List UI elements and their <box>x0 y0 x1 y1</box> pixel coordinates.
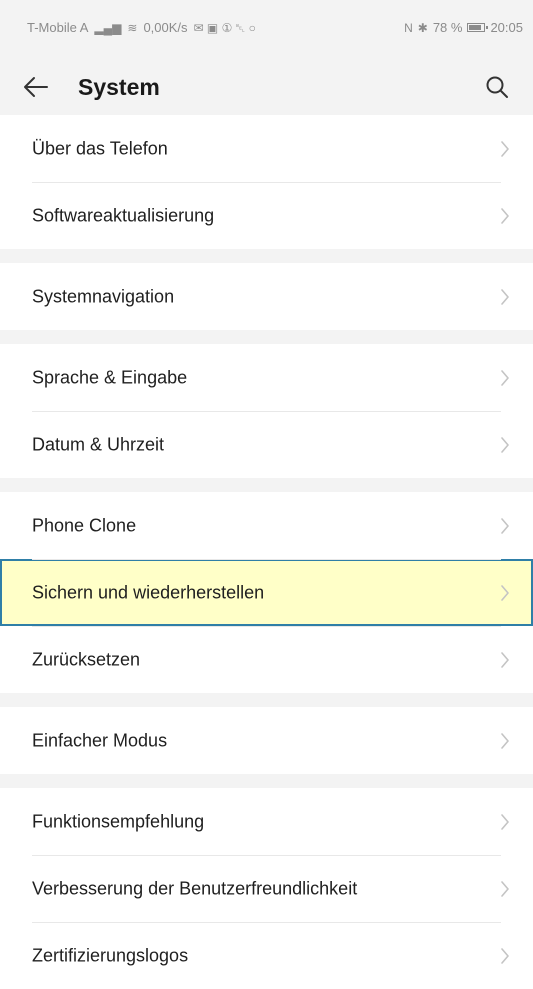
status-bar: T-Mobile A ▂▄▆ ≋ 0,00K/s ✉ ▣ ① ␇ ○ N ✱ 7… <box>0 0 533 58</box>
app-bar: System <box>0 58 533 115</box>
signal-icon: ▂▄▆ <box>94 20 122 35</box>
notification-icons: ✉ ▣ ① ␇ ○ <box>193 20 256 35</box>
settings-item[interactable]: Sprache & Eingabe <box>0 344 533 411</box>
settings-item-label: Einfacher Modus <box>32 730 168 750</box>
settings-group: Systemnavigation <box>0 263 533 330</box>
network-speed: 0,00K/s <box>143 20 188 35</box>
settings-item-label: Softwareaktualisierung <box>32 205 215 225</box>
settings-item-label: Über das Telefon <box>32 138 168 158</box>
settings-group: Einfacher Modus <box>0 707 533 774</box>
settings-item-label: Phone Clone <box>32 515 137 535</box>
search-button[interactable] <box>479 69 515 105</box>
chevron-right-icon <box>501 140 509 157</box>
arrow-left-icon <box>24 77 48 97</box>
row-divider <box>32 411 501 412</box>
chevron-right-icon <box>501 517 509 534</box>
nfc-icon: N <box>404 20 413 35</box>
chevron-right-icon <box>501 207 509 224</box>
settings-item[interactable]: Phone Clone <box>0 492 533 559</box>
settings-item[interactable]: Softwareaktualisierung <box>0 182 533 249</box>
group-separator <box>0 478 533 492</box>
group-separator <box>0 330 533 344</box>
settings-group: Sprache & Eingabe Datum & Uhrzeit <box>0 344 533 478</box>
row-divider <box>32 559 501 560</box>
row-divider <box>32 855 501 856</box>
settings-item[interactable]: Sichern und wiederherstellen <box>0 559 533 626</box>
settings-list: Über das Telefon Softwareaktualisierung Sy… <box>0 115 533 989</box>
settings-item-label: Sichern und wiederherstellen <box>32 582 265 602</box>
battery-percent: 78 % <box>432 20 463 35</box>
group-separator <box>0 693 533 707</box>
back-button[interactable] <box>18 69 54 105</box>
settings-item[interactable]: Einfacher Modus <box>0 707 533 774</box>
group-separator <box>0 249 533 263</box>
settings-item[interactable]: Zurücksetzen <box>0 626 533 693</box>
settings-item[interactable]: Verbesserung der Benutzerfreundlichkeit <box>0 855 533 922</box>
settings-item[interactable]: Über das Telefon <box>0 115 533 182</box>
wifi-icon: ≋ <box>127 20 138 35</box>
settings-item-label: Zertifizierungslogos <box>32 945 189 965</box>
clock: 20:05 <box>490 20 523 35</box>
chevron-right-icon <box>501 813 509 830</box>
settings-item[interactable]: Zertifizierungslogos <box>0 922 533 989</box>
chevron-right-icon <box>501 947 509 964</box>
row-divider <box>32 922 501 923</box>
bluetooth-icon: ✱ <box>417 20 428 35</box>
status-right: N ✱ 78 % 20:05 <box>404 20 523 35</box>
chevron-right-icon <box>501 369 509 386</box>
chevron-right-icon <box>501 584 509 601</box>
chevron-right-icon <box>501 880 509 897</box>
group-separator <box>0 774 533 788</box>
row-divider <box>32 182 501 183</box>
chevron-right-icon <box>501 651 509 668</box>
chevron-right-icon <box>501 732 509 749</box>
chevron-right-icon <box>501 288 509 305</box>
chevron-right-icon <box>501 436 509 453</box>
page-title: System <box>78 74 160 100</box>
carrier-name: T-Mobile A <box>27 20 89 35</box>
settings-group: Funktionsempfehlung Verbesserung der Benu… <box>0 788 533 989</box>
settings-item[interactable]: Systemnavigation <box>0 263 533 330</box>
search-icon <box>486 76 508 98</box>
status-left: T-Mobile A ▂▄▆ ≋ 0,00K/s ✉ ▣ ① ␇ ○ <box>27 20 256 35</box>
settings-group: Phone Clone Sichern und wiederherstellen Z… <box>0 492 533 693</box>
settings-item-label: Sprache & Eingabe <box>32 367 188 387</box>
settings-item[interactable]: Datum & Uhrzeit <box>0 411 533 478</box>
battery-icon <box>467 23 489 32</box>
settings-group: Über das Telefon Softwareaktualisierung <box>0 115 533 249</box>
settings-item-label: Verbesserung der Benutzerfreundlichkeit <box>32 878 358 898</box>
settings-item-label: Funktionsempfehlung <box>32 811 205 831</box>
settings-item[interactable]: Funktionsempfehlung <box>0 788 533 855</box>
settings-item-label: Datum & Uhrzeit <box>32 434 165 454</box>
settings-item-label: Systemnavigation <box>32 286 175 306</box>
row-divider <box>32 626 501 627</box>
settings-item-label: Zurücksetzen <box>32 649 141 669</box>
